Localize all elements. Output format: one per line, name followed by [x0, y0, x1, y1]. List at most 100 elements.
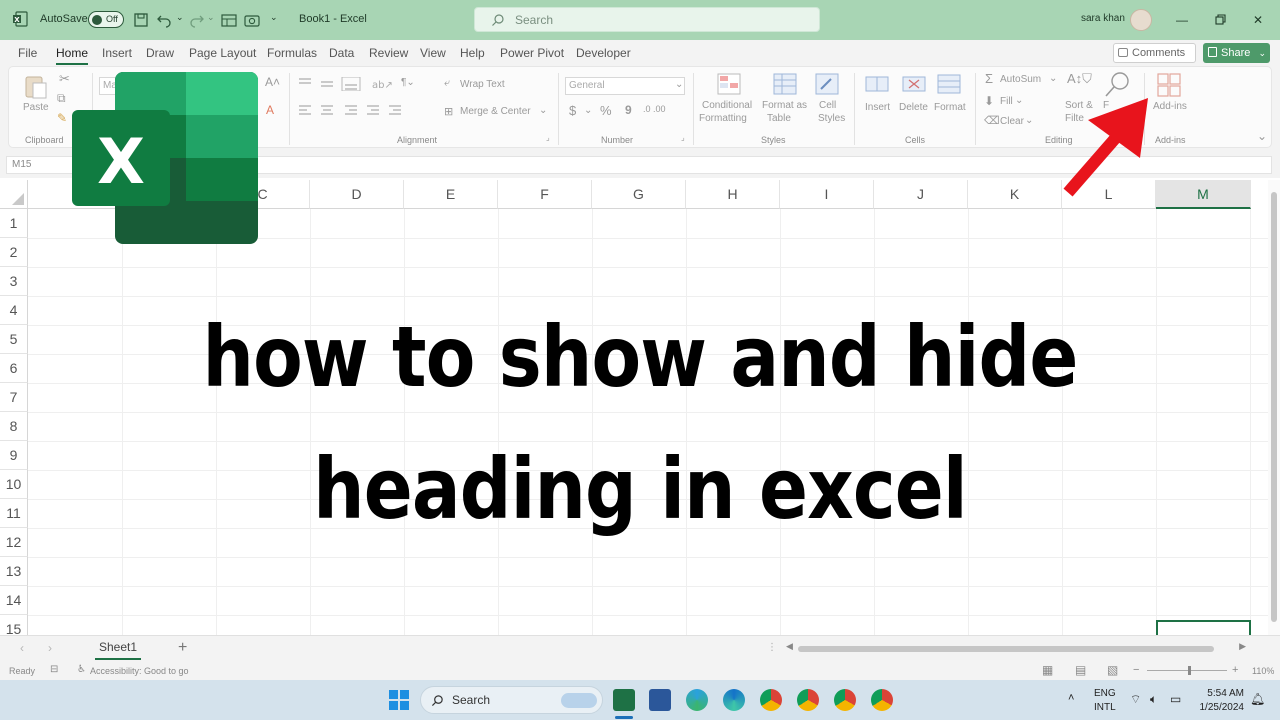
increase-font-icon[interactable]: A˄ [265, 75, 280, 89]
paste-label[interactable]: Paste [23, 102, 49, 113]
row-header-10[interactable]: 10 [0, 470, 28, 499]
wrap-text-icon[interactable]: ⤶ [444, 77, 450, 90]
format-cells-label[interactable]: Format [934, 102, 966, 113]
row-header-3[interactable]: 3 [0, 267, 28, 296]
language-indicator[interactable]: ENG [1094, 688, 1116, 699]
row-header-14[interactable]: 14 [0, 586, 28, 615]
tab-insert[interactable]: Insert [102, 46, 132, 60]
tab-file[interactable]: File [18, 46, 37, 60]
add-ins-icon[interactable] [1157, 73, 1181, 97]
row-header-12[interactable]: 12 [0, 528, 28, 557]
row-header-6[interactable]: 6 [0, 354, 28, 383]
text-direction-icon[interactable]: ¶⌄ [401, 77, 415, 88]
sheet-tab-sheet1[interactable]: Sheet1 [95, 636, 141, 660]
clear-dropdown-icon[interactable]: ⌄ [1025, 115, 1033, 126]
select-all-corner[interactable] [0, 180, 28, 209]
close-icon[interactable]: ✕ [1250, 12, 1266, 28]
delete-cells-icon[interactable] [902, 73, 926, 95]
fill-button[interactable]: Fill [1000, 96, 1013, 107]
redo-icon[interactable] [188, 11, 206, 29]
autosum-dropdown-icon[interactable]: ⌄ [1049, 73, 1057, 84]
column-header-m[interactable]: M [1156, 180, 1251, 209]
tab-power-pivot[interactable]: Power Pivot [500, 46, 564, 60]
row-header-5[interactable]: 5 [0, 325, 28, 354]
prev-sheet-icon[interactable]: ‹ [20, 641, 24, 655]
clock-date[interactable]: 1/25/2024 [1192, 702, 1245, 713]
windows-start-icon[interactable] [389, 690, 409, 710]
edge-taskbar-icon[interactable] [723, 689, 745, 711]
conditional-formatting-label[interactable]: Conditional [702, 100, 752, 111]
tab-page-layout[interactable]: Page Layout [189, 46, 256, 60]
chrome-taskbar-icon-2[interactable] [797, 689, 819, 711]
row-header-15[interactable]: 15 [0, 615, 28, 635]
zoom-in-icon[interactable]: + [1232, 664, 1238, 676]
tab-formulas[interactable]: Formulas [267, 46, 317, 60]
word-taskbar-icon[interactable] [649, 689, 671, 711]
cell-styles-label-2[interactable]: Styles [818, 113, 845, 124]
horizontal-scroll-thumb[interactable] [798, 646, 1214, 652]
customize-toolbar-icon[interactable]: ⌄ [270, 12, 278, 23]
macro-record-icon[interactable]: ⊟ [50, 664, 58, 675]
notification-bell-icon[interactable]: 🔔︎ [1250, 692, 1265, 706]
vertical-scrollbar[interactable] [1268, 180, 1280, 635]
tab-draw[interactable]: Draw [146, 46, 174, 60]
accessibility-status[interactable]: Accessibility: Good to go [90, 666, 189, 676]
number-format-select[interactable]: General [565, 77, 685, 95]
column-header-j[interactable]: J [874, 180, 968, 209]
column-header-i[interactable]: I [780, 180, 874, 209]
chrome-taskbar-icon[interactable] [760, 689, 782, 711]
tab-split-handle-icon[interactable]: ⋮ [767, 642, 777, 653]
column-header-d[interactable]: D [310, 180, 404, 209]
autosum-button[interactable]: AutoSum [1000, 74, 1041, 85]
tab-developer[interactable]: Developer [576, 46, 631, 60]
chrome-taskbar-icon-4[interactable] [871, 689, 893, 711]
merge-center-button[interactable]: Merge & Center [460, 106, 531, 117]
add-sheet-button[interactable]: + [178, 639, 187, 657]
sort-filter-icon[interactable]: A↕⛉ [1067, 71, 1092, 87]
zoom-slider[interactable] [1147, 670, 1227, 671]
column-header-h[interactable]: H [686, 180, 780, 209]
search-box[interactable]: Search [474, 7, 820, 32]
conditional-formatting-icon[interactable] [717, 73, 741, 95]
paste-icon[interactable] [23, 73, 49, 101]
taskbar-search[interactable]: Search [420, 686, 603, 714]
battery-icon[interactable]: ▭ [1170, 692, 1181, 706]
tray-overflow-icon[interactable]: ˄ [1068, 692, 1074, 704]
clear-icon[interactable]: ⌫ [984, 114, 1000, 127]
delete-cells-label[interactable]: Delete [899, 102, 928, 113]
comma-button[interactable]: 9 [625, 103, 632, 117]
accessibility-icon[interactable]: ♿ [77, 664, 86, 675]
cut-icon[interactable]: ✂ [59, 71, 70, 87]
chrome-taskbar-icon-3[interactable] [834, 689, 856, 711]
cell-styles-label[interactable]: Cell [819, 100, 836, 111]
row-header-9[interactable]: 9 [0, 441, 28, 470]
insert-cells-icon[interactable] [865, 73, 889, 95]
autosave-toggle[interactable]: Off [88, 11, 124, 28]
number-format-dropdown-icon[interactable]: ⌄ [675, 79, 683, 90]
save-icon[interactable] [132, 11, 150, 29]
insert-cells-label[interactable]: Insert [865, 102, 890, 113]
percent-button[interactable]: % [600, 103, 612, 118]
volume-icon[interactable]: 🔈︎ [1150, 692, 1157, 707]
active-cell-m15[interactable] [1156, 620, 1251, 635]
horizontal-scrollbar[interactable]: ◀ ▶ [786, 641, 1246, 653]
row-header-13[interactable]: 13 [0, 557, 28, 586]
conditional-formatting-label-2[interactable]: Formatting [699, 113, 747, 124]
restore-icon[interactable] [1212, 12, 1228, 28]
clear-button[interactable]: Clear [1000, 116, 1024, 127]
clock-time[interactable]: 5:54 AM [1196, 688, 1244, 699]
decimal-buttons[interactable]: .0 .00 [643, 104, 666, 114]
merge-center-icon[interactable]: ⊞ [444, 105, 453, 118]
keyboard-layout[interactable]: INTL [1094, 702, 1116, 713]
tab-view[interactable]: View [420, 46, 446, 60]
autosum-icon[interactable]: Σ [985, 71, 993, 86]
undo-dropdown-icon[interactable]: ⌄ [176, 12, 184, 23]
tab-data[interactable]: Data [329, 46, 354, 60]
zoom-out-icon[interactable]: − [1133, 664, 1139, 676]
format-as-table-label-2[interactable]: Table [767, 113, 791, 124]
worksheet-grid[interactable]: C D E F G H I J K L M 1 2 3 4 5 6 7 8 9 … [0, 180, 1268, 635]
camera-icon[interactable] [243, 11, 261, 29]
redo-dropdown-icon[interactable]: ⌄ [207, 12, 215, 23]
column-header-g[interactable]: G [592, 180, 686, 209]
user-name[interactable]: sara khan [1081, 13, 1125, 24]
